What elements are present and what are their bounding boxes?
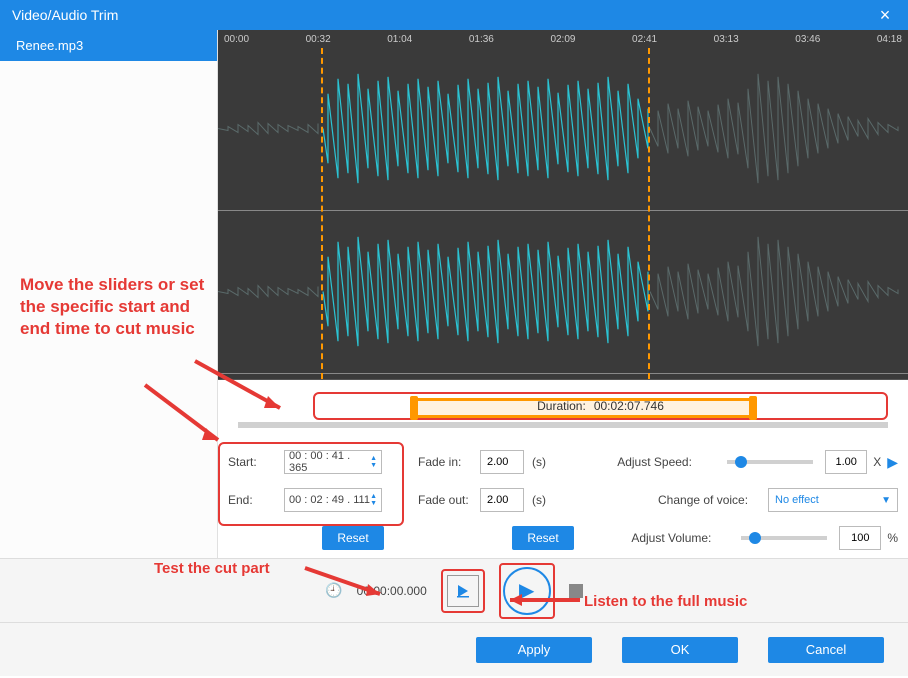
start-time-input[interactable]: 00 : 00 : 41 . 365 ▲▼	[284, 450, 382, 474]
window-title: Video/Audio Trim	[12, 7, 118, 23]
speed-preview-icon[interactable]: ▶	[887, 454, 898, 471]
chevron-down-icon: ▼	[881, 495, 891, 506]
playback-time: 00:00:00.000	[357, 584, 427, 598]
trim-track[interactable]	[238, 422, 888, 428]
cancel-button[interactable]: Cancel	[768, 637, 884, 663]
title-bar: Video/Audio Trim ×	[0, 0, 908, 30]
end-label: End:	[228, 493, 284, 507]
waveform-display[interactable]	[218, 48, 908, 380]
speed-input[interactable]	[825, 450, 867, 474]
file-sidebar: Renee.mp3	[0, 30, 218, 558]
preview-cut-button[interactable]	[447, 575, 479, 607]
fadeout-label: Fade out:	[418, 493, 480, 507]
ok-button[interactable]: OK	[622, 637, 738, 663]
bottom-bar: Apply OK Cancel	[0, 622, 908, 676]
speed-label: Adjust Speed:	[617, 455, 727, 469]
trim-end-handle[interactable]	[749, 396, 757, 420]
timeline-ruler: 00:00 00:32 01:04 01:36 02:09 02:41 03:1…	[218, 30, 908, 48]
play-button[interactable]: ▶	[503, 567, 551, 615]
clock-icon: 🕘	[325, 582, 342, 599]
fadein-input[interactable]	[480, 450, 524, 474]
trim-start-handle[interactable]	[410, 396, 418, 420]
end-time-input[interactable]: 00 : 02 : 49 . 111 ▲▼	[284, 488, 382, 512]
start-label: Start:	[228, 455, 284, 469]
fade-reset-button[interactable]: Reset	[512, 526, 574, 550]
sidebar-file-item[interactable]: Renee.mp3	[0, 30, 217, 61]
fadeout-input[interactable]	[480, 488, 524, 512]
end-spinner[interactable]: ▲▼	[370, 493, 377, 507]
speed-slider[interactable]	[727, 460, 813, 464]
playback-bar: 🕘 00:00:00.000 ▶	[0, 558, 908, 622]
trim-reset-button[interactable]: Reset	[322, 526, 384, 550]
close-icon[interactable]: ×	[870, 5, 900, 26]
volume-slider[interactable]	[741, 536, 827, 540]
start-spinner[interactable]: ▲▼	[370, 455, 377, 469]
voice-label: Change of voice:	[658, 493, 768, 507]
apply-button[interactable]: Apply	[476, 637, 592, 663]
volume-input[interactable]	[839, 526, 881, 550]
duration-display: Duration: 00:02:07.746	[313, 392, 888, 420]
volume-label: Adjust Volume:	[631, 531, 741, 545]
fadein-label: Fade in:	[418, 455, 480, 469]
stop-button[interactable]	[569, 584, 583, 598]
voice-dropdown[interactable]: No effect ▼	[768, 488, 898, 512]
